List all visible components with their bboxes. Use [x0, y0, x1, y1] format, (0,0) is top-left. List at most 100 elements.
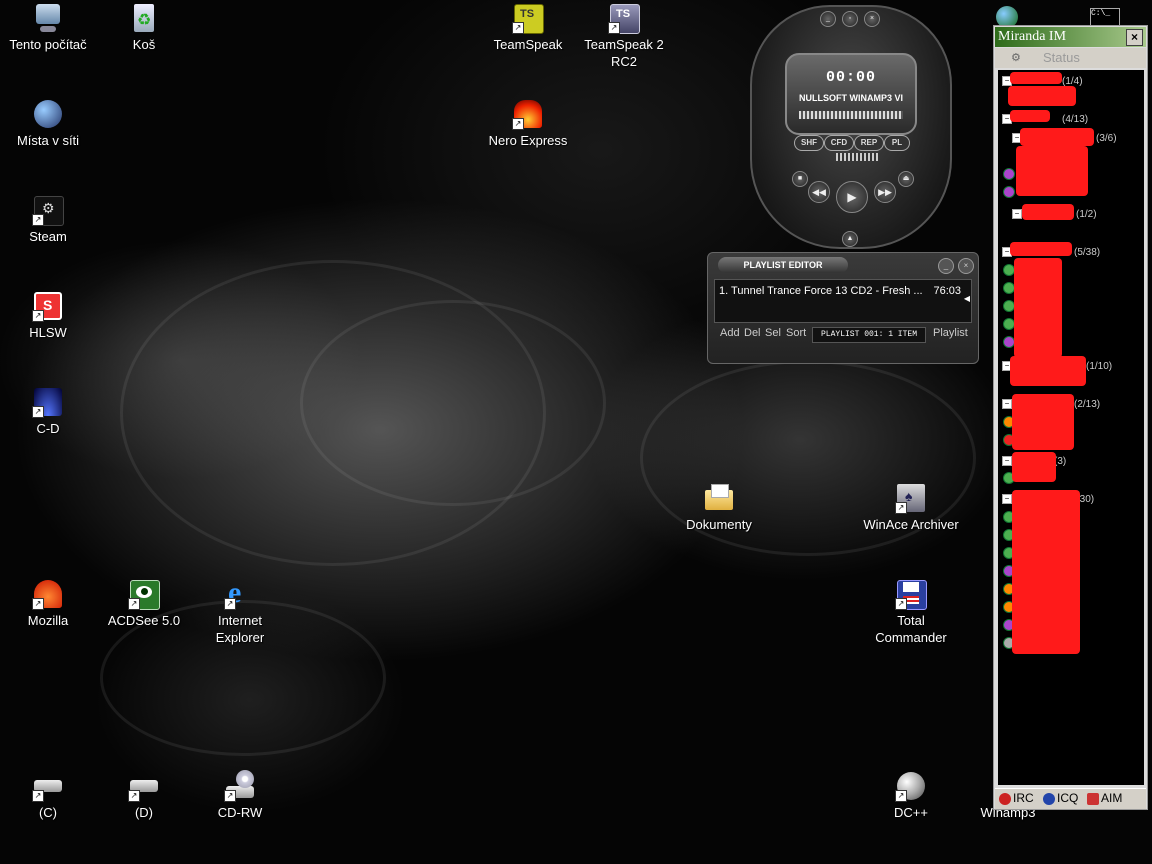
protocol-tabs: IRC ICQ AIM	[995, 788, 1146, 809]
group-count: (1/2)	[1076, 209, 1097, 220]
close-button[interactable]: ×	[864, 11, 880, 27]
eject-icon[interactable]: ⏏	[898, 171, 914, 187]
playlist-track-duration: 76:03	[933, 285, 961, 297]
desktop-icon-dcpp[interactable]: ↗ DC++	[863, 770, 959, 821]
repeat-button[interactable]: REP	[854, 135, 884, 151]
tab-aim[interactable]: AIM	[1087, 791, 1122, 805]
desktop-icon-mozilla[interactable]: ↗ Mozilla	[0, 578, 96, 629]
desktop-icon-cd[interactable]: ↗ C-D	[0, 386, 96, 437]
status-menu[interactable]: Status	[1043, 50, 1080, 65]
playlist-editor-title: PLAYLIST EDITOR	[718, 257, 848, 273]
close-button[interactable]: ×	[958, 258, 974, 274]
dcpp-icon: ↗	[895, 770, 927, 802]
seek-bar[interactable]	[799, 111, 903, 119]
desktop-icon-teamspeak2[interactable]: TS ↗ TeamSpeak 2 RC2	[576, 2, 672, 70]
desktop-icon-total-commander[interactable]: ↗ Total Commander	[863, 578, 959, 646]
shade-button[interactable]: ◦	[842, 11, 858, 27]
playlist-track-list[interactable]: 1. Tunnel Trance Force 13 CD2 - Fresh ..…	[714, 279, 972, 323]
network-globe-icon	[32, 98, 64, 130]
next-track-icon[interactable]: ▶▶	[874, 181, 896, 203]
miranda-im-window[interactable]: Miranda IM × ⚙ Status − (1/4) − (4/13) −…	[993, 25, 1148, 810]
scroll-arrow-icon[interactable]: ◀	[964, 294, 970, 303]
redaction-mark	[1008, 86, 1076, 106]
desktop-icon-internet-explorer[interactable]: e ↗ Internet Explorer	[192, 578, 288, 646]
playlist-toolbar: Add Del Sel Sort PLAYLIST 001: 1 ITEM Pl…	[714, 325, 972, 343]
acdsee-eye-icon: ↗	[128, 578, 160, 610]
close-button[interactable]: ×	[1126, 29, 1143, 46]
redaction-mark	[1010, 72, 1062, 84]
winace-icon: ♠ ↗	[895, 482, 927, 514]
hard-drive-icon: ↗	[32, 770, 64, 802]
aim-icon	[1087, 792, 1099, 805]
hard-drive-icon: ↗	[128, 770, 160, 802]
contact-list[interactable]: − (1/4) − (4/13) − (3/6) − (1/2) − (5/38…	[998, 70, 1144, 785]
minimize-button[interactable]: _	[938, 258, 954, 274]
steam-icon: ⚙ ↗	[32, 194, 64, 226]
nero-flame-icon: ↗	[512, 98, 544, 130]
icq-icon	[1043, 792, 1055, 805]
playlist-editor[interactable]: PLAYLIST EDITOR _ × 1. Tunnel Trance For…	[707, 252, 979, 364]
desktop-icon-cd-rw[interactable]: ↗ CD-RW	[192, 770, 288, 821]
main-menu-icon[interactable]: ⚙	[1011, 51, 1021, 64]
delete-button[interactable]: Del	[744, 327, 761, 339]
contact-status-icon	[1003, 186, 1015, 198]
desktop-icon-recycle-bin[interactable]: ♻ Koš	[96, 2, 192, 53]
crossfade-button[interactable]: CFD	[824, 135, 854, 151]
redaction-mark	[1012, 452, 1056, 482]
redaction-mark	[1012, 394, 1074, 450]
playlist-menu-button[interactable]: Playlist	[933, 327, 968, 339]
desktop-wallpaper	[0, 0, 1152, 864]
redaction-mark	[1022, 204, 1074, 220]
playlist-track-title[interactable]: 1. Tunnel Trance Force 13 CD2 - Fresh ..…	[719, 285, 923, 297]
redaction-mark	[1012, 490, 1080, 654]
minimize-button[interactable]: _	[820, 11, 836, 27]
desktop-icon-drive-c[interactable]: ↗ (C)	[0, 770, 96, 821]
group-count: (5/38)	[1074, 247, 1101, 258]
previous-track-icon[interactable]: ◀◀	[808, 181, 830, 203]
menu-icon[interactable]: ▲	[842, 231, 858, 247]
play-icon[interactable]: ▶	[836, 181, 868, 213]
desktop-icon-my-computer[interactable]: Tento počítač	[0, 2, 96, 53]
stop-icon[interactable]: ■	[792, 171, 808, 187]
contact-status-icon	[1003, 168, 1015, 180]
irc-icon	[999, 792, 1011, 805]
desktop-icon-teamspeak[interactable]: TS ↗ TeamSpeak	[480, 2, 576, 53]
group-count: (1/10)	[1086, 361, 1113, 372]
desktop-icon-documents[interactable]: Dokumenty	[671, 482, 767, 533]
title-bar[interactable]: Miranda IM ×	[995, 27, 1146, 47]
tab-irc[interactable]: IRC	[999, 791, 1034, 805]
redaction-mark	[1010, 110, 1050, 122]
desktop-icon-nero-express[interactable]: ↗ Nero Express	[480, 98, 576, 149]
playlist-toggle-button[interactable]: PL	[884, 135, 910, 151]
desktop-icon-winace[interactable]: ♠ ↗ WinAce Archiver	[863, 482, 959, 533]
desktop-icon-network-places[interactable]: Místa v síti	[0, 98, 96, 149]
redaction-mark	[1020, 128, 1094, 146]
desktop-icon-hlsw[interactable]: S ↗ HLSW	[0, 290, 96, 341]
desktop-icon-acdsee[interactable]: ↗ ACDSee 5.0	[96, 578, 192, 629]
teamspeak-icon: TS ↗	[512, 2, 544, 34]
volume-bar[interactable]	[836, 153, 880, 161]
redaction-mark	[1010, 242, 1072, 256]
group-count: (3/6)	[1096, 133, 1117, 144]
desktop-icon-drive-d[interactable]: ↗ (D)	[96, 770, 192, 821]
menu-bar: ⚙ Status	[995, 48, 1146, 68]
mozilla-icon: ↗	[32, 578, 64, 610]
wallpaper-swirl	[300, 300, 606, 506]
teamspeak2-icon: TS ↗	[608, 2, 640, 34]
redaction-mark	[1016, 146, 1088, 196]
add-button[interactable]: Add	[720, 327, 740, 339]
folder-icon	[703, 482, 735, 514]
desktop-icon-steam[interactable]: ⚙ ↗ Steam	[0, 194, 96, 245]
cd-app-icon: ↗	[32, 386, 64, 418]
tab-icq[interactable]: ICQ	[1043, 791, 1078, 805]
playlist-info: PLAYLIST 001: 1 ITEM	[812, 327, 926, 343]
floppy-disk-icon: ↗	[895, 578, 927, 610]
winamp-display: 00:00 NULLSOFT WINAMP3 VI	[785, 53, 917, 135]
window-title: Miranda IM	[998, 29, 1067, 44]
winamp-player[interactable]: _ ◦ × 00:00 NULLSOFT WINAMP3 VI SHF CFD …	[750, 5, 952, 249]
computer-icon	[32, 2, 64, 34]
internet-explorer-icon: e ↗	[224, 578, 256, 610]
shuffle-button[interactable]: SHF	[794, 135, 824, 151]
sort-button[interactable]: Sort	[786, 327, 806, 339]
select-button[interactable]: Sel	[765, 327, 781, 339]
